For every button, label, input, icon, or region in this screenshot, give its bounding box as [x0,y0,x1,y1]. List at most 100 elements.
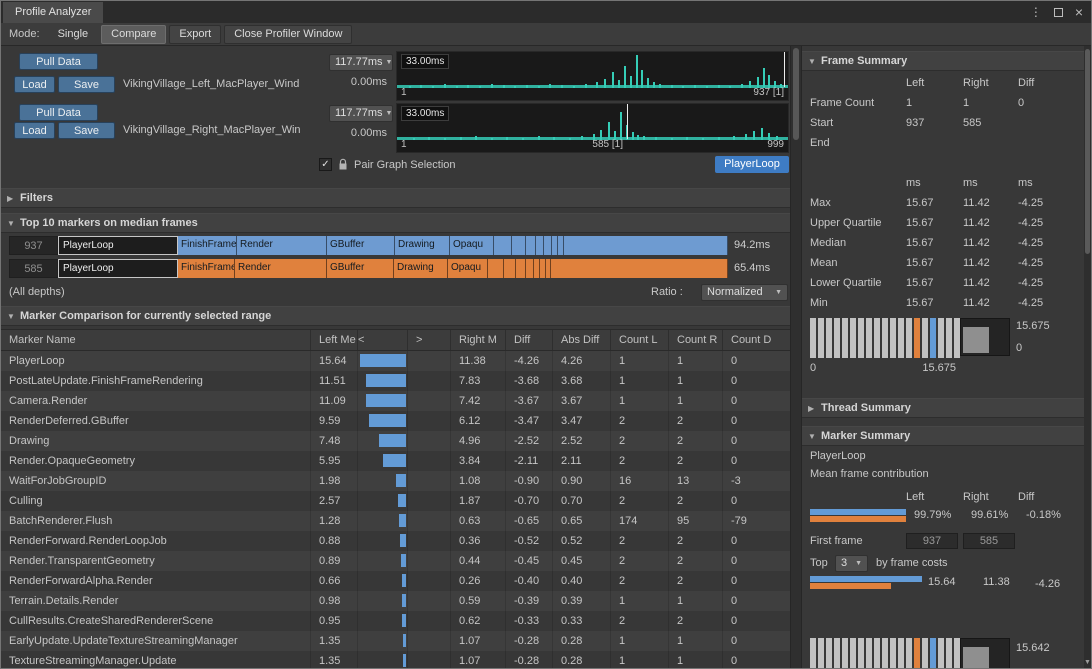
top10-segment[interactable] [516,259,526,278]
frame-summary-header[interactable]: ▼Frame Summary [802,51,1084,71]
diff-bar [402,594,406,607]
column-header-9[interactable]: Count D [723,330,790,350]
top10-segment-render[interactable]: Render [235,259,327,278]
save-left-button[interactable]: Save [58,76,115,93]
table-row[interactable]: EarlyUpdate.UpdateTextureStreamingManage… [1,631,790,651]
top-count-dropdown[interactable]: 3 ▼ [835,555,868,572]
top10-segment-playerloop[interactable]: PlayerLoop [58,259,178,278]
marker-summary-header[interactable]: ▼Marker Summary [802,426,1084,446]
mode-compare-button[interactable]: Compare [101,25,166,44]
right-scale-max-dropdown[interactable]: 117.77ms ▼ [329,105,393,122]
marker-name-cell: RenderForwardAlpha.Render [1,571,311,591]
top10-segment[interactable] [488,259,504,278]
top10-segment[interactable] [512,236,526,255]
column-header-1[interactable]: Left Me [311,330,358,350]
top10-section-header[interactable]: ▼Top 10 markers on median frames [1,213,790,233]
left-frame-graph[interactable]: 33.00ms 1 937 [1] [396,51,789,101]
top10-segment-finishframer[interactable]: FinishFrameR [178,236,237,255]
pull-data-right-button[interactable]: Pull Data [19,104,98,121]
top10-segment[interactable] [551,259,728,278]
summary-scrollbar-thumb[interactable] [1085,49,1090,254]
top10-segment-render[interactable]: Render [237,236,327,255]
table-row[interactable]: PostLateUpdate.FinishFrameRendering11.51… [1,371,790,391]
first-frame-left-button[interactable]: 937 [906,533,958,549]
top10-segment-gbuffer[interactable]: GBuffer [327,236,395,255]
value-cell: 0.44 [451,551,506,571]
top10-segment-gbuffer[interactable]: GBuffer [327,259,394,278]
top10-segment[interactable] [526,259,534,278]
stat-value [906,133,963,153]
selected-marker-chip: PlayerLoop [715,156,789,173]
left-scale-max-dropdown[interactable]: 117.77ms ▼ [329,54,393,71]
export-button[interactable]: Export [169,25,221,44]
table-row[interactable]: CullResults.CreateSharedRendererScene0.9… [1,611,790,631]
left-frame-graph-plot[interactable] [397,52,788,88]
table-row[interactable]: RenderDeferred.GBuffer9.596.12-3.473.472… [1,411,790,431]
summary-scrollbar[interactable]: ▼ [1084,46,1091,668]
lock-icon[interactable] [338,158,348,171]
thread-summary-header[interactable]: ▶Thread Summary [802,398,1084,418]
column-header-7[interactable]: Count L [611,330,669,350]
right-frame-graph-plot[interactable] [397,104,788,140]
table-row[interactable]: RenderForwardAlpha.Render0.660.26-0.400.… [1,571,790,591]
ratio-dropdown[interactable]: Normalized ▼ [701,284,788,301]
top10-segment-opaqu[interactable]: Opaqu [450,236,494,255]
column-header-8[interactable]: Count R [669,330,723,350]
more-menu-icon[interactable]: ⋮ [1030,5,1042,19]
main-scrollbar-thumb[interactable] [793,48,799,140]
marker-comparison-section-header[interactable]: ▼Marker Comparison for currently selecte… [1,306,790,326]
scroll-down-icon[interactable]: ▼ [1084,659,1091,666]
top10-segment[interactable] [494,236,512,255]
table-row[interactable]: Terrain.Details.Render0.980.59-0.390.391… [1,591,790,611]
filters-section-header[interactable]: ▶Filters [1,188,790,208]
maximize-icon[interactable] [1054,8,1063,17]
value-cell: 0 [723,551,790,571]
table-row[interactable]: RenderForward.RenderLoopJob0.880.36-0.52… [1,531,790,551]
load-left-button[interactable]: Load [14,76,55,93]
column-header-3[interactable]: > [408,330,451,350]
right-frame-graph[interactable]: 33.00ms 1 585 [1] 999 [396,103,789,153]
table-row[interactable]: Camera.Render11.097.42-3.673.67110 [1,391,790,411]
top10-segment[interactable] [544,236,552,255]
top10-segment[interactable] [504,259,516,278]
table-row[interactable]: BatchRenderer.Flush1.280.63-0.650.651749… [1,511,790,531]
load-right-button[interactable]: Load [14,122,55,139]
diff-bar [400,534,406,547]
column-header-6[interactable]: Abs Diff [553,330,611,350]
table-row[interactable]: Render.OpaqueGeometry5.953.84-2.112.1122… [1,451,790,471]
diff-bar [403,634,406,647]
table-row[interactable]: WaitForJobGroupID1.981.08-0.900.901613-3 [1,471,790,491]
column-header-2[interactable]: < [358,330,408,350]
top10-segment-finishframer[interactable]: FinishFrameR [178,259,235,278]
close-profiler-window-button[interactable]: Close Profiler Window [224,25,352,44]
mode-single-button[interactable]: Single [48,25,99,44]
top10-segment[interactable] [564,236,728,255]
pull-data-left-button[interactable]: Pull Data [19,53,98,70]
table-row[interactable]: PlayerLoop15.6411.38-4.264.26110 [1,351,790,371]
table-row[interactable]: Drawing7.484.96-2.522.52220 [1,431,790,451]
value-cell: 0 [723,491,790,511]
table-row[interactable]: Culling2.571.87-0.700.70220 [1,491,790,511]
column-header-4[interactable]: Right M [451,330,506,350]
left-graph-selection-line[interactable] [784,52,785,87]
main-scrollbar[interactable] [790,46,802,668]
column-header-0[interactable]: Marker Name [1,330,311,350]
value-cell: 11.51 [311,371,358,391]
top10-segment-opaqu[interactable]: Opaqu [448,259,488,278]
first-frame-right-button[interactable]: 585 [963,533,1015,549]
save-right-button[interactable]: Save [58,122,115,139]
value-cell: -0.70 [506,491,553,511]
close-icon[interactable]: × [1075,7,1083,17]
tab-profile-analyzer[interactable]: Profile Analyzer [3,2,103,23]
top10-segment-drawing[interactable]: Drawing [394,259,448,278]
pair-graph-selection-checkbox[interactable]: ✓ [319,158,332,171]
top10-segment[interactable] [526,236,536,255]
column-header-5[interactable]: Diff [506,330,553,350]
right-graph-selection-line[interactable] [627,104,628,139]
top10-segment-playerloop[interactable]: PlayerLoop [58,236,178,255]
table-row[interactable]: Render.TransparentGeometry0.890.44-0.450… [1,551,790,571]
top10-segment[interactable] [536,236,544,255]
table-row[interactable]: TextureStreamingManager.Update1.351.07-0… [1,651,790,668]
top10-segment-drawing[interactable]: Drawing [395,236,450,255]
histogram-bar [930,318,936,358]
